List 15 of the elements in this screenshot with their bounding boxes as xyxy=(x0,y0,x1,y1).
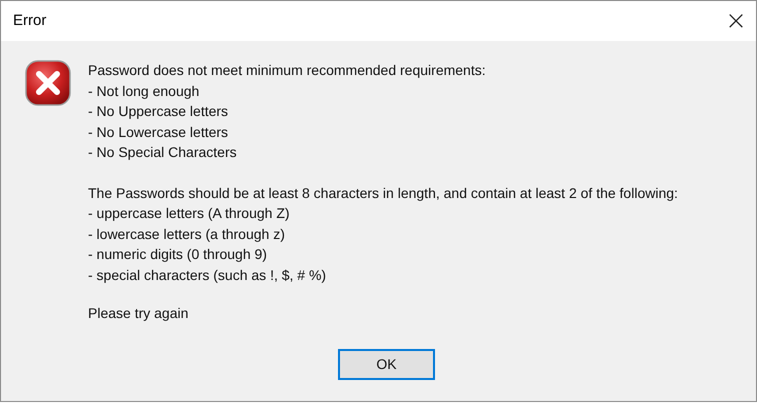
requirement-line: - lowercase letters (a through z) xyxy=(88,224,286,244)
close-button[interactable]: × xyxy=(722,7,750,35)
problem-line: - No Uppercase letters xyxy=(88,102,230,121)
problem-line: - No Special Characters xyxy=(88,143,238,162)
window-title: Error xyxy=(13,10,46,31)
ok-button[interactable]: OK xyxy=(338,348,435,380)
requirement-line: - special characters (such as !, $, # %) xyxy=(88,266,328,285)
error-icon xyxy=(25,60,71,106)
message-heading: Password does not meet minimum recommended requirements: xyxy=(88,61,487,80)
requirement-line: - numeric digits (0 through 9) xyxy=(88,245,268,264)
retry-text: Please try again xyxy=(88,304,190,323)
requirement-line: - uppercase letters (A through Z) xyxy=(88,204,291,223)
problem-line: - No Lowercase letters xyxy=(88,122,230,142)
problem-line: - Not long enough xyxy=(88,82,200,101)
requirement-text: The Passwords should be at least 8 characters in length, and contain at least 2 of the following: xyxy=(88,184,678,203)
